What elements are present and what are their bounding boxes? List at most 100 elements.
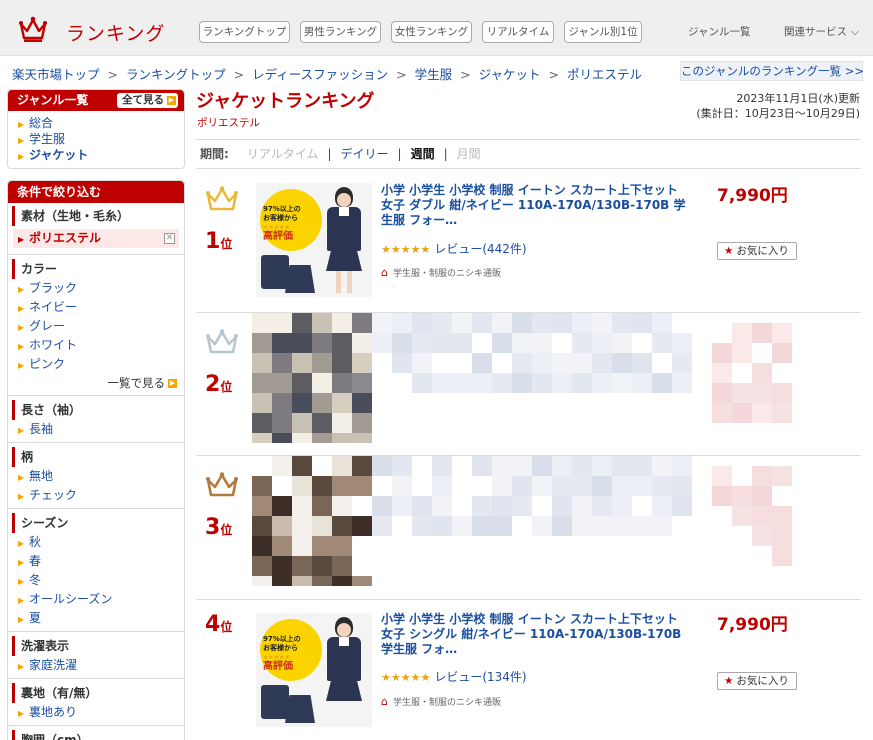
pixel-block	[252, 496, 272, 516]
review-link[interactable]: レビュー(134件)	[434, 670, 526, 684]
filter-heading-sleeve: 長さ（袖）	[12, 400, 184, 420]
pixel-block	[252, 433, 272, 443]
genre-list-link[interactable]: ジャンル一覧	[688, 24, 750, 39]
pixel-block	[652, 456, 672, 476]
badge-line: お客様から	[263, 214, 298, 222]
nav-male-ranking[interactable]: 男性ランキング	[300, 21, 381, 43]
filter-sleeve-long[interactable]: ▶ 長袖	[8, 420, 184, 439]
genre-item-jacket[interactable]: ▶ ジャケット	[8, 147, 184, 163]
crown-logo-icon[interactable]	[18, 14, 48, 44]
product-image[interactable]: 97%以上の お客様から ★★★★★ 高評価	[256, 613, 372, 727]
pixel-block	[272, 496, 292, 516]
shop-link[interactable]: ⌂ 学生服・制服のニシキ通販	[381, 266, 501, 279]
pixel-block	[292, 456, 312, 476]
rating: ★★★★★ レビュー(442件)	[381, 240, 527, 257]
chevron-down-icon: ⌵	[851, 26, 859, 38]
filter-season-all[interactable]: ▶ オールシーズン	[8, 590, 184, 609]
pixel-block	[272, 413, 292, 433]
filter-season-winter[interactable]: ▶ 冬	[8, 571, 184, 590]
blurred-content	[252, 456, 872, 586]
pixel-block	[332, 413, 352, 433]
nav-realtime[interactable]: リアルタイム	[482, 21, 554, 43]
remove-filter-icon[interactable]: ✕	[164, 233, 175, 244]
see-all-button[interactable]: 全て見る ▶	[117, 93, 178, 108]
genre-ranking-list-link[interactable]: このジャンルのランキング一覧 >>	[680, 61, 864, 81]
pixel-block	[292, 433, 312, 443]
pixel-block	[672, 373, 692, 393]
pixel-block	[272, 536, 292, 556]
pixel-block	[352, 333, 372, 353]
updated-line: 2023年11月1日(水)更新	[736, 92, 860, 105]
genre-box: ジャンル一覧 全て見る ▶ ▶ 総合 ▶ 学生服 ▶ ジャケット	[7, 89, 185, 169]
nav-genre-first[interactable]: ジャンル別1位	[564, 21, 642, 43]
pixel-block	[372, 516, 392, 536]
pixel-block	[292, 313, 312, 333]
filter-season-autumn[interactable]: ▶ 秋	[8, 533, 184, 552]
breadcrumb-item[interactable]: レディースファッション	[252, 67, 388, 82]
filter-pattern-check[interactable]: ▶ チェック	[8, 486, 184, 505]
pixel-block	[312, 433, 332, 443]
pixel-block	[332, 516, 352, 536]
pixel-block	[472, 313, 492, 333]
pixel-block	[632, 456, 652, 476]
filter-season-spring[interactable]: ▶ 春	[8, 552, 184, 571]
breadcrumb-item[interactable]: ランキングトップ	[126, 67, 226, 82]
product-title[interactable]: 小学 小学生 小学校 制服 イートン スカート上下セット 女子 シングル 紺/ネ…	[381, 612, 691, 657]
pixel-block	[312, 373, 332, 393]
pixel-block	[452, 516, 472, 536]
rank-value: 3	[205, 515, 221, 540]
filter-color-white[interactable]: ▶ ホワイト	[8, 336, 184, 355]
period-daily[interactable]: デイリー	[341, 147, 389, 161]
shop-link[interactable]: ⌂ 学生服・制服のニシキ通販	[381, 695, 501, 708]
pixel-block	[272, 556, 292, 576]
genre-item-all[interactable]: ▶ 総合	[8, 115, 184, 131]
filter-lining-yes[interactable]: ▶ 裏地あり	[8, 703, 184, 722]
filter-color-navy[interactable]: ▶ ネイビー	[8, 298, 184, 317]
pixel-block	[752, 363, 772, 383]
nav-female-ranking[interactable]: 女性ランキング	[391, 21, 472, 43]
nav-ranking-top[interactable]: ランキングトップ	[199, 21, 290, 43]
pixel-block	[472, 456, 492, 476]
period-realtime[interactable]: リアルタイム	[247, 147, 319, 161]
filter-selected-polyester[interactable]: ▶ ポリエステル ✕	[13, 229, 179, 248]
filter-color-pink[interactable]: ▶ ピンク	[8, 355, 184, 374]
filter-color-gray[interactable]: ▶ グレー	[8, 317, 184, 336]
color-see-list-link[interactable]: 一覧で見る ▶	[8, 374, 184, 392]
arrow-right-icon: ▶	[168, 379, 177, 388]
genre-item-student-uniform[interactable]: ▶ 学生服	[8, 131, 184, 147]
review-link[interactable]: レビュー(442件)	[434, 242, 526, 256]
pixel-block	[752, 506, 772, 526]
pixel-block	[252, 576, 272, 586]
pixel-block	[512, 313, 532, 333]
pixel-block	[252, 353, 272, 373]
filter-item-label: ブラック	[29, 281, 78, 295]
pixel-block	[252, 456, 272, 476]
favorite-button[interactable]: ★ お気に入り	[717, 242, 797, 260]
filter-laundry-home[interactable]: ▶ 家庭洗濯	[8, 656, 184, 675]
breadcrumb-sep: >	[548, 67, 559, 82]
filter-pattern-plain[interactable]: ▶ 無地	[8, 467, 184, 486]
breadcrumb-item[interactable]: 楽天市場トップ	[12, 67, 100, 82]
pixel-block	[772, 546, 792, 566]
pixel-block	[612, 333, 632, 353]
pixel-block	[432, 516, 452, 536]
filter-season-summer[interactable]: ▶ 夏	[8, 609, 184, 628]
favorite-button[interactable]: ★ お気に入り	[717, 672, 797, 690]
breadcrumb-sep: >	[233, 67, 245, 82]
logo-text[interactable]: ランキング	[66, 19, 165, 46]
bullet-icon: ▶	[18, 235, 25, 244]
ranking-item-2: 2位	[196, 313, 861, 456]
pixel-block	[272, 313, 292, 333]
breadcrumb-sep: >	[107, 67, 118, 82]
pixel-block	[732, 403, 752, 423]
pixel-block	[572, 496, 592, 516]
badge-line: お客様から	[263, 644, 298, 652]
filter-color-black[interactable]: ▶ ブラック	[8, 279, 184, 298]
product-title[interactable]: 小学 小学生 小学校 制服 イートン スカート上下セット 女子 ダブル 紺/ネイ…	[381, 183, 691, 228]
breadcrumb-item[interactable]: ジャケット	[479, 67, 541, 82]
pixel-block	[312, 393, 332, 413]
product-image[interactable]: 97%以上の お客様から ★★★★★ 高評価	[256, 183, 372, 297]
breadcrumb-item[interactable]: 学生服	[415, 67, 453, 82]
related-services-link[interactable]: 関連サービス ⌵	[784, 24, 859, 39]
breadcrumb-item[interactable]: ポリエステル	[567, 67, 642, 82]
